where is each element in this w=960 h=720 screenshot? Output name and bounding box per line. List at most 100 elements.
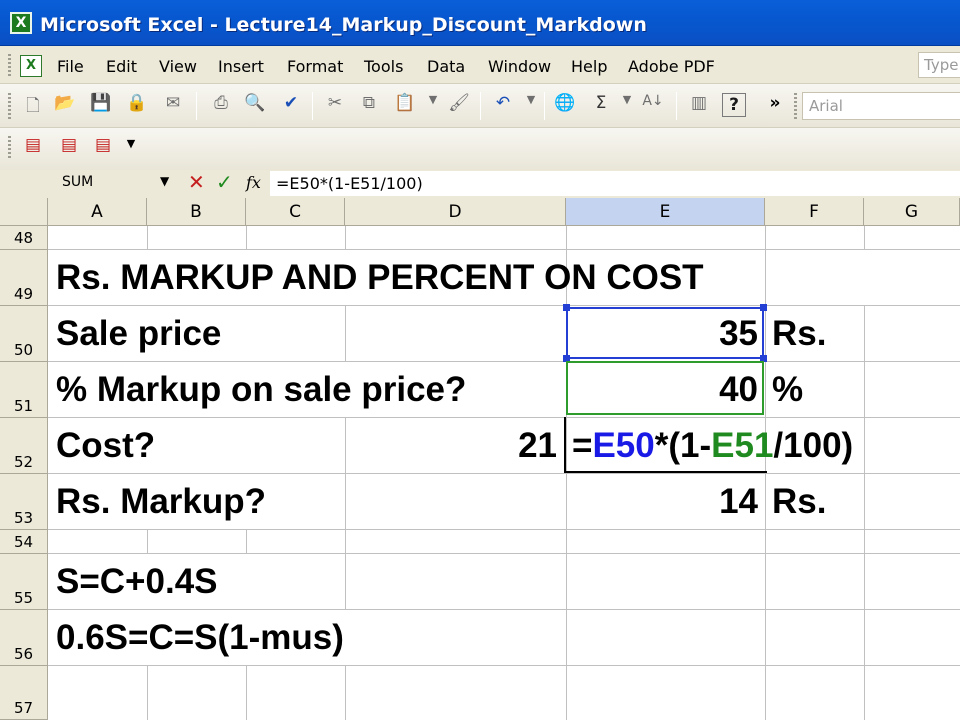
- undo-dropdown-icon[interactable]: ▼: [518, 93, 544, 119]
- column-header-c[interactable]: C: [246, 198, 345, 226]
- formula-input[interactable]: =E50*(1-E51/100): [270, 171, 960, 196]
- menu-edit[interactable]: Edit: [106, 57, 137, 76]
- pdf-review-icon[interactable]: ▤: [90, 135, 116, 161]
- spelling-icon[interactable]: ✔: [278, 93, 304, 119]
- row-number: 53: [13, 509, 34, 527]
- column-header-b[interactable]: B: [147, 198, 246, 226]
- gridline: [48, 361, 960, 362]
- cell-e53[interactable]: 14: [566, 482, 758, 522]
- gridline: [345, 474, 346, 554]
- gridline: [864, 226, 865, 250]
- menu-bar: X File Edit View Insert Format Tools Dat…: [0, 46, 960, 84]
- toolbar-separator: [676, 92, 677, 120]
- hyperlink-icon[interactable]: 🌐: [552, 93, 578, 119]
- row-number: 50: [13, 341, 34, 359]
- reference-highlight-e51: [566, 361, 764, 415]
- menu-tools[interactable]: Tools: [364, 57, 403, 76]
- convert-and-email-icon[interactable]: ▤: [56, 135, 82, 161]
- toolbar-grip[interactable]: [8, 136, 11, 160]
- gridline: [246, 226, 247, 250]
- cell-f50[interactable]: Rs.: [772, 314, 826, 354]
- menu-view[interactable]: View: [159, 57, 197, 76]
- column-header-g[interactable]: G: [864, 198, 960, 226]
- row-header-56[interactable]: 56: [0, 610, 48, 666]
- copy-icon[interactable]: ⧉: [356, 93, 382, 119]
- cut-icon[interactable]: ✂: [322, 93, 348, 119]
- row-header-50[interactable]: 50: [0, 306, 48, 362]
- range-handle[interactable]: [563, 304, 570, 311]
- column-header-d[interactable]: D: [345, 198, 566, 226]
- column-header-a[interactable]: A: [48, 198, 147, 226]
- autosum-icon[interactable]: Σ: [588, 93, 614, 119]
- paste-dropdown-icon[interactable]: ▼: [420, 93, 446, 119]
- cell-f51[interactable]: %: [772, 370, 803, 410]
- row-header-48[interactable]: 48: [0, 226, 48, 250]
- new-icon[interactable]: 🗋: [20, 93, 46, 119]
- row-header-53[interactable]: 53: [0, 474, 48, 530]
- toolbar-separator: [480, 92, 481, 120]
- range-handle[interactable]: [760, 304, 767, 311]
- name-box-dropdown-icon[interactable]: ▼: [160, 174, 169, 188]
- row-number: 57: [13, 699, 34, 717]
- format-painter-icon[interactable]: 🖌: [446, 93, 472, 119]
- enter-icon[interactable]: ✓: [216, 170, 233, 194]
- ask-question-box[interactable]: Type: [918, 52, 960, 78]
- reference-highlight-e50: [566, 307, 764, 359]
- cell-f53[interactable]: Rs.: [772, 482, 826, 522]
- pdf-dropdown-icon[interactable]: ▼: [118, 137, 144, 163]
- formula-operator: /100): [773, 426, 854, 465]
- font-name-box[interactable]: Arial: [802, 92, 960, 120]
- menu-window[interactable]: Window: [488, 57, 551, 76]
- menu-file[interactable]: File: [57, 57, 84, 76]
- gridline: [48, 473, 960, 474]
- menu-data[interactable]: Data: [427, 57, 465, 76]
- toolbar-grip[interactable]: [794, 93, 797, 119]
- cell-a52[interactable]: Cost?: [56, 426, 155, 466]
- cell-a50[interactable]: Sale price: [56, 314, 221, 354]
- menu-grip[interactable]: [8, 54, 11, 76]
- cell-d52[interactable]: 21: [345, 426, 557, 466]
- overflow-icon[interactable]: »: [762, 93, 788, 119]
- convert-to-pdf-icon[interactable]: ▤: [20, 135, 46, 161]
- menu-adobe-pdf[interactable]: Adobe PDF: [628, 57, 715, 76]
- cell-a53[interactable]: Rs. Markup?: [56, 482, 266, 522]
- email-icon[interactable]: ✉: [160, 93, 186, 119]
- column-header-e[interactable]: E: [566, 198, 765, 226]
- print-icon[interactable]: ⎙: [208, 93, 234, 119]
- toolbar-separator: [544, 92, 545, 120]
- open-icon[interactable]: 📂: [52, 93, 78, 119]
- row-header-51[interactable]: 51: [0, 362, 48, 418]
- column-header-f[interactable]: F: [765, 198, 864, 226]
- name-box[interactable]: SUM: [56, 172, 176, 194]
- workbook-icon[interactable]: X: [20, 55, 42, 77]
- menu-insert[interactable]: Insert: [218, 57, 264, 76]
- title-bar: X Microsoft Excel - Lecture14_Markup_Dis…: [0, 0, 960, 46]
- cell-a55[interactable]: S=C+0.4S: [56, 562, 218, 602]
- insert-function-icon[interactable]: fx: [246, 173, 261, 192]
- print-preview-icon[interactable]: 🔍: [242, 93, 268, 119]
- row-header-52[interactable]: 52: [0, 418, 48, 474]
- row-header-55[interactable]: 55: [0, 554, 48, 610]
- excel-icon[interactable]: X: [10, 12, 32, 34]
- paste-icon[interactable]: 📋: [392, 93, 418, 119]
- undo-icon[interactable]: ↶: [490, 93, 516, 119]
- autosum-dropdown-icon[interactable]: ▼: [614, 93, 640, 119]
- menu-help[interactable]: Help: [571, 57, 607, 76]
- save-icon[interactable]: 💾: [88, 93, 114, 119]
- help-icon[interactable]: ?: [722, 93, 746, 117]
- toolbar-grip[interactable]: [8, 93, 11, 119]
- row-header-49[interactable]: 49: [0, 250, 48, 306]
- cell-a49[interactable]: Rs. MARKUP AND PERCENT ON COST: [56, 258, 704, 298]
- row-header-57[interactable]: 57: [0, 666, 48, 720]
- sort-icon[interactable]: A↓: [640, 93, 666, 119]
- row-number: 48: [13, 229, 34, 247]
- menu-format[interactable]: Format: [287, 57, 343, 76]
- cell-a56[interactable]: 0.6S=C=S(1-mus): [56, 618, 344, 658]
- cell-a51[interactable]: % Markup on sale price?: [56, 370, 466, 410]
- chart-wizard-icon[interactable]: ▥: [686, 93, 712, 119]
- permission-icon[interactable]: 🔒: [124, 93, 150, 119]
- select-all-corner[interactable]: [0, 198, 48, 226]
- row-header-54[interactable]: 54: [0, 530, 48, 554]
- gridline: [246, 530, 247, 554]
- cancel-icon[interactable]: ✕: [188, 170, 205, 194]
